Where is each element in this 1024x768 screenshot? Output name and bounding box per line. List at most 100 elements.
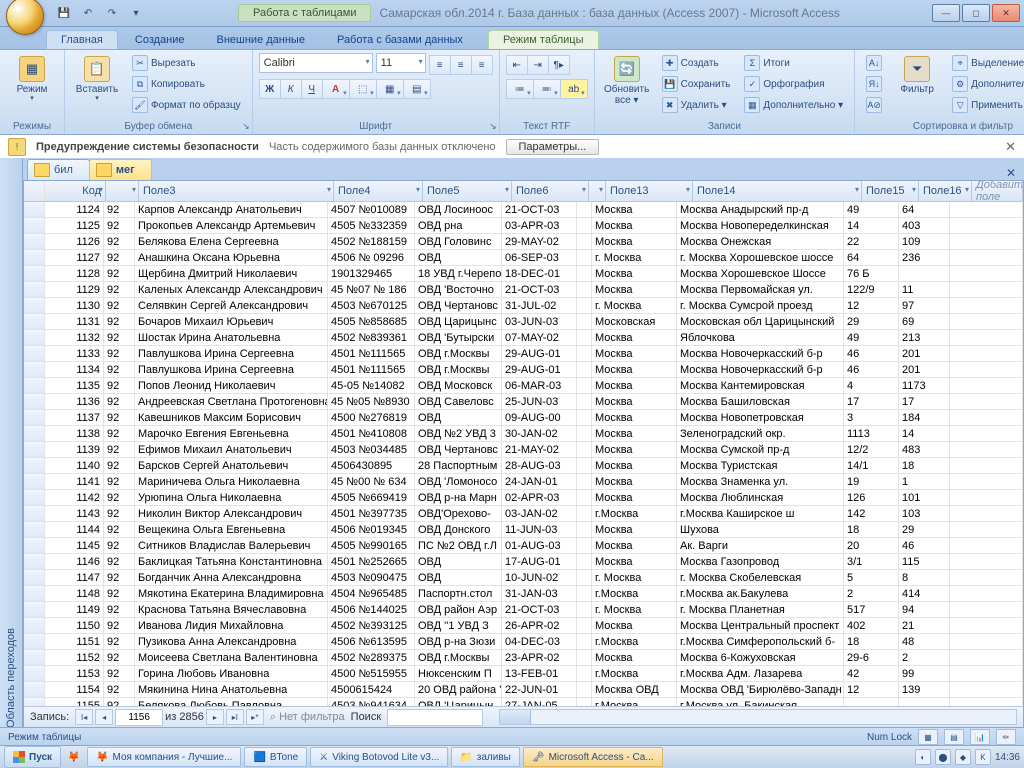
qat-undo-icon[interactable]: ↶ — [78, 3, 98, 23]
refresh-all-button[interactable]: 🔄 Обновить все ▾ — [601, 53, 653, 109]
cell[interactable]: 92 — [104, 298, 135, 313]
table-row[interactable]: 115492Мякинина Нина Анатольевна450061542… — [24, 682, 1023, 698]
cell[interactable]: Марочко Евгения Евгеньевна — [135, 426, 328, 441]
bold-button[interactable]: Ж — [259, 79, 281, 99]
cell[interactable]: Нюксенским П — [415, 666, 502, 681]
tray-icon[interactable]: ◐ — [915, 749, 931, 765]
spelling-button[interactable]: ✓Орфография — [739, 74, 848, 94]
clear-sort-button[interactable]: A⊘ — [861, 95, 887, 115]
cell[interactable]: 4501 №111565 — [328, 346, 415, 361]
cell[interactable] — [577, 698, 592, 706]
cell[interactable]: г.Москва — [592, 506, 677, 521]
cell[interactable]: Москва — [592, 442, 677, 457]
task-3[interactable]: ⚔ Viking Botovod Lite v3... — [310, 747, 448, 767]
cell[interactable]: Москва Люблинская — [677, 490, 844, 505]
table-row[interactable]: 112992Каленых Александр Александрович45 … — [24, 282, 1023, 298]
cell[interactable]: Московская обл Царицынский — [677, 314, 844, 329]
cell[interactable]: Москва Кантемировская — [677, 378, 844, 393]
table-row[interactable]: 112792Анашкина Оксана Юрьевна4506 № 0929… — [24, 250, 1023, 266]
cell[interactable]: Вещекина Ольга Евгеньевна — [135, 522, 328, 537]
cell[interactable]: 26-APR-02 — [502, 618, 577, 633]
table-row[interactable]: 113292Шостак Ирина Анатольевна4502 №8393… — [24, 330, 1023, 346]
cell[interactable]: 04-DEC-03 — [502, 634, 577, 649]
row-selector[interactable] — [24, 234, 45, 249]
cell[interactable]: Москва — [592, 346, 677, 361]
cell-kod[interactable]: 1124 — [45, 202, 104, 217]
cell[interactable]: Бочаров Михаил Юрьевич — [135, 314, 328, 329]
cell[interactable]: 92 — [104, 234, 135, 249]
task-4[interactable]: 📁 заливы — [451, 747, 520, 767]
cell[interactable] — [950, 394, 1023, 409]
row-selector[interactable] — [24, 618, 45, 633]
cell-kod[interactable]: 1147 — [45, 570, 104, 585]
cell[interactable]: 21-OCT-03 — [502, 202, 577, 217]
cell[interactable]: Москва Новопетровская — [677, 410, 844, 425]
cell[interactable]: Москва Первомайская ул. — [677, 282, 844, 297]
cell[interactable]: 21-OCT-03 — [502, 282, 577, 297]
table-row[interactable]: 112592Прокопьев Александр Артемьевич4505… — [24, 218, 1023, 234]
table-row[interactable]: 112492Карпов Александр Анатольевич4507 №… — [24, 202, 1023, 218]
cell[interactable]: 403 — [899, 218, 950, 233]
recnav-prev[interactable]: ◂ — [95, 709, 113, 725]
recnav-current-input[interactable] — [115, 709, 163, 726]
row-selector[interactable] — [24, 506, 45, 521]
table-row[interactable]: 114892Мякотина Екатерина Владимировна450… — [24, 586, 1023, 602]
table-row[interactable]: 114692Баклицкая Татьяна Константиновна45… — [24, 554, 1023, 570]
hscroll-thumb[interactable] — [500, 710, 531, 724]
sort-desc-button[interactable]: Я↓ — [861, 74, 887, 94]
cell[interactable]: ОВД Донского — [415, 522, 502, 537]
cell-kod[interactable]: 1133 — [45, 346, 104, 361]
cell[interactable]: 12 — [844, 298, 899, 313]
nav-pane-collapsed[interactable]: Область переходов — [0, 158, 23, 728]
cell[interactable]: ПС №2 ОВД г.Л — [415, 538, 502, 553]
tab-table-mode[interactable]: Режим таблицы — [488, 30, 599, 49]
row-selector[interactable] — [24, 330, 45, 345]
table-row[interactable]: 113592Попов Леонид Николаевич45-05 №1408… — [24, 378, 1023, 394]
cell[interactable]: 4501 №252665 — [328, 554, 415, 569]
col-p15[interactable]: Поле15▾ — [862, 181, 919, 201]
qat-customize-icon[interactable]: ▾ — [126, 3, 146, 23]
cell[interactable]: 92 — [104, 362, 135, 377]
cell[interactable]: 103 — [899, 506, 950, 521]
cell[interactable]: 8 — [899, 570, 950, 585]
cell-kod[interactable]: 1148 — [45, 586, 104, 601]
cell[interactable]: 4506 № 09296 — [328, 250, 415, 265]
cell[interactable]: 49 — [844, 202, 899, 217]
cell[interactable]: Николин Виктор Александрович — [135, 506, 328, 521]
cell[interactable]: 2 — [899, 650, 950, 665]
cell[interactable]: г. Москва Скобелевская — [677, 570, 844, 585]
table-row[interactable]: 113192Бочаров Михаил Юрьевич4505 №858685… — [24, 314, 1023, 330]
cell[interactable]: 29-AUG-01 — [502, 362, 577, 377]
cell[interactable]: 64 — [899, 202, 950, 217]
row-selector[interactable] — [24, 490, 45, 505]
row-selector[interactable] — [24, 218, 45, 233]
cell[interactable]: 10-JUN-02 — [502, 570, 577, 585]
cell[interactable]: 17 — [899, 394, 950, 409]
cut-button[interactable]: ✂Вырезать — [127, 53, 246, 73]
cell[interactable]: 97 — [899, 298, 950, 313]
cell[interactable]: 142 — [844, 506, 899, 521]
cell[interactable]: Селявкин Сергей Александрович — [135, 298, 328, 313]
recnav-last[interactable]: ▸I — [226, 709, 244, 725]
cell[interactable]: Баклицкая Татьяна Константиновна — [135, 554, 328, 569]
cell[interactable] — [577, 682, 592, 697]
cell[interactable]: 11-JUN-03 — [502, 522, 577, 537]
cell[interactable]: 28-AUG-03 — [502, 458, 577, 473]
col-p2[interactable]: ▾ — [106, 181, 139, 201]
indent-button[interactable]: ⇥ — [528, 55, 549, 75]
tab-home[interactable]: Главная — [46, 30, 118, 49]
ltr-button[interactable]: ¶▸ — [549, 55, 570, 75]
cell[interactable] — [577, 634, 592, 649]
start-button[interactable]: Пуск — [4, 746, 61, 768]
cell[interactable]: 92 — [104, 634, 135, 649]
cell[interactable]: 92 — [104, 554, 135, 569]
cell[interactable]: г.Москва — [592, 666, 677, 681]
cell[interactable]: Москва Новочеркасский б-р — [677, 346, 844, 361]
cell[interactable]: ОВД г.Москвы — [415, 650, 502, 665]
cell[interactable]: Москва — [592, 330, 677, 345]
cell[interactable]: ОВД'Орехово- — [415, 506, 502, 521]
cell[interactable]: г. Москва Планетная — [677, 602, 844, 617]
cell[interactable]: 4500615424 — [328, 682, 415, 697]
cell[interactable] — [950, 426, 1023, 441]
row-selector[interactable] — [24, 426, 45, 441]
